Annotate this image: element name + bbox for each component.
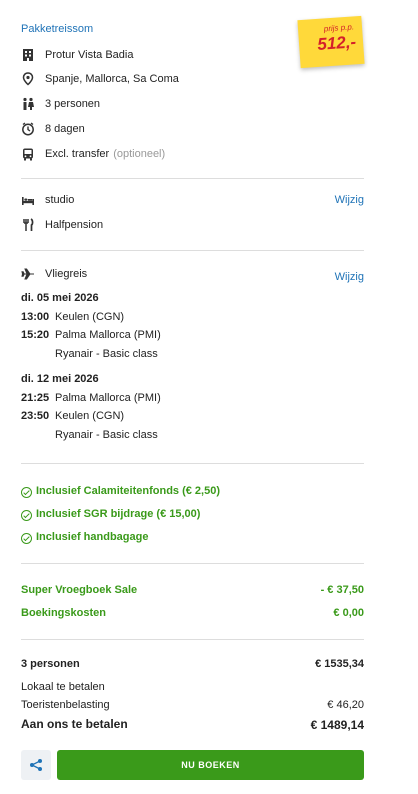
outbound-departure-airport: Keulen (CGN) bbox=[55, 311, 125, 323]
board-row: Halfpension bbox=[21, 217, 103, 233]
tax-value: € 46,20 bbox=[327, 699, 364, 711]
booking-cost-label: Boekingskosten bbox=[21, 607, 106, 619]
return-departure: 21:25 Palma Mallorca (PMI) bbox=[21, 392, 161, 404]
return-departure-time: 21:25 bbox=[21, 392, 50, 404]
divider bbox=[21, 563, 364, 564]
divider bbox=[21, 639, 364, 640]
inclusion-item: Inclusief SGR bijdrage (€ 15,00) bbox=[21, 506, 200, 522]
return-carrier: Ryanair - Basic class bbox=[55, 429, 158, 441]
hotel-name: Protur Vista Badia bbox=[45, 49, 134, 61]
tax-label: Toeristenbelasting bbox=[21, 699, 110, 711]
book-now-button[interactable]: NU BOEKEN bbox=[57, 750, 364, 780]
persons-total-label: 3 personen bbox=[21, 658, 80, 670]
location-pin-icon bbox=[21, 72, 35, 86]
discount-value: - € 37,50 bbox=[320, 584, 364, 596]
flight-row: Vliegreis bbox=[21, 266, 87, 282]
persons-row: 3 personen bbox=[21, 96, 100, 112]
inclusion-text: Inclusief SGR bijdrage (€ 15,00) bbox=[36, 508, 201, 520]
outbound-arrival-time: 15:20 bbox=[21, 329, 50, 341]
check-circle-icon bbox=[21, 509, 32, 521]
share-icon bbox=[30, 759, 42, 771]
pay-label: Aan ons te betalen bbox=[21, 717, 128, 731]
change-accommodation-link[interactable]: Wijzig bbox=[335, 194, 364, 206]
transfer-text: Excl. transfer bbox=[45, 148, 110, 160]
price-tag: prijs p.p. 512,- bbox=[297, 15, 365, 69]
bus-icon bbox=[21, 147, 35, 161]
location-text: Spanje, Mallorca, Sa Coma bbox=[45, 73, 179, 85]
outbound-arrival: 15:20 Palma Mallorca (PMI) bbox=[21, 329, 161, 341]
room-row: studio bbox=[21, 192, 74, 208]
divider bbox=[21, 250, 364, 251]
outbound-date: di. 05 mei 2026 bbox=[21, 292, 99, 304]
check-circle-icon bbox=[21, 486, 32, 498]
return-arrival-time: 23:50 bbox=[21, 410, 50, 422]
clock-icon bbox=[21, 122, 35, 136]
inclusion-item: Inclusief handbagage bbox=[21, 529, 148, 545]
price-amount: 512,- bbox=[316, 32, 357, 54]
return-arrival-airport: Keulen (CGN) bbox=[55, 410, 125, 422]
package-title: Pakketreissom bbox=[21, 23, 94, 35]
building-icon bbox=[21, 48, 35, 62]
check-circle-icon bbox=[21, 532, 32, 544]
inclusion-text: Inclusief Calamiteitenfonds (€ 2,50) bbox=[36, 485, 220, 497]
outbound-departure: 13:00 Keulen (CGN) bbox=[21, 311, 124, 323]
flight-label: Vliegreis bbox=[45, 268, 88, 280]
divider bbox=[21, 463, 364, 464]
outbound-departure-time: 13:00 bbox=[21, 311, 50, 323]
outbound-arrival-airport: Palma Mallorca (PMI) bbox=[55, 329, 161, 341]
persons-total-value: € 1535,34 bbox=[315, 658, 364, 670]
cutlery-icon bbox=[21, 218, 35, 232]
location-row: Spanje, Mallorca, Sa Coma bbox=[21, 71, 179, 87]
duration-row: 8 dagen bbox=[21, 121, 85, 137]
booking-cost-value: € 0,00 bbox=[333, 607, 364, 619]
board-text: Halfpension bbox=[45, 219, 104, 231]
discount-label: Super Vroegboek Sale bbox=[21, 584, 138, 596]
persons-icon bbox=[21, 97, 35, 111]
change-flight-link[interactable]: Wijzig bbox=[335, 271, 364, 283]
transfer-row: Excl. transfer (optioneel) bbox=[21, 146, 165, 162]
return-arrival: 23:50 Keulen (CGN) bbox=[21, 410, 124, 422]
persons-text: 3 personen bbox=[45, 98, 101, 110]
divider bbox=[21, 178, 364, 179]
duration-text: 8 dagen bbox=[45, 123, 85, 135]
bed-icon bbox=[21, 193, 35, 207]
share-button[interactable] bbox=[21, 750, 51, 780]
return-departure-airport: Palma Mallorca (PMI) bbox=[55, 392, 161, 404]
local-pay-label: Lokaal te betalen bbox=[21, 681, 105, 693]
transfer-optional-text: (optioneel) bbox=[113, 148, 166, 160]
pay-value: € 1489,14 bbox=[310, 718, 364, 732]
room-text: studio bbox=[45, 194, 75, 206]
airplane-icon bbox=[21, 267, 35, 281]
return-date: di. 12 mei 2026 bbox=[21, 373, 99, 385]
inclusion-text: Inclusief handbagage bbox=[36, 531, 149, 543]
outbound-carrier: Ryanair - Basic class bbox=[55, 348, 158, 360]
inclusion-item: Inclusief Calamiteitenfonds (€ 2,50) bbox=[21, 483, 220, 499]
hotel-row: Protur Vista Badia bbox=[21, 47, 133, 63]
